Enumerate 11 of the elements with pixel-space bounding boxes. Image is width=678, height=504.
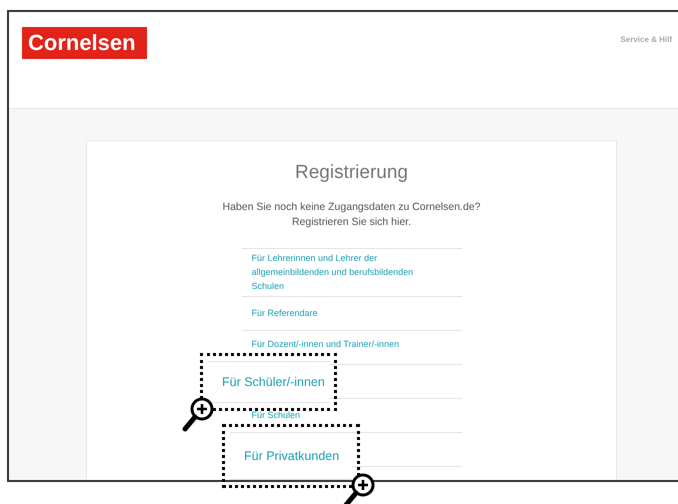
registration-link[interactable]: Für Schüler/-innen [222,372,325,392]
intro-text: Registrieren Sie sich hier. [292,214,412,230]
service-link[interactable]: Service & Hilf [620,34,678,46]
registration-link[interactable]: Für Lehrerinnen und Lehrer der allgemeinbildenden und berufsbildenden Schulen [252,251,436,293]
registration-link[interactable]: Für Schulen [252,408,300,422]
intro-text: Haben Sie noch keine Zugangsdaten zu Cornelsen.de? [222,200,480,214]
page-title: Registrierung [295,161,408,185]
registration-link[interactable]: Für Privatkunden [244,446,340,466]
registration-link[interactable]: Für Dozent/-innen und Trainer/-innen [252,336,400,350]
logo[interactable]: Cornelsen [22,27,147,59]
registration-link[interactable]: Für Referendare [252,306,318,320]
